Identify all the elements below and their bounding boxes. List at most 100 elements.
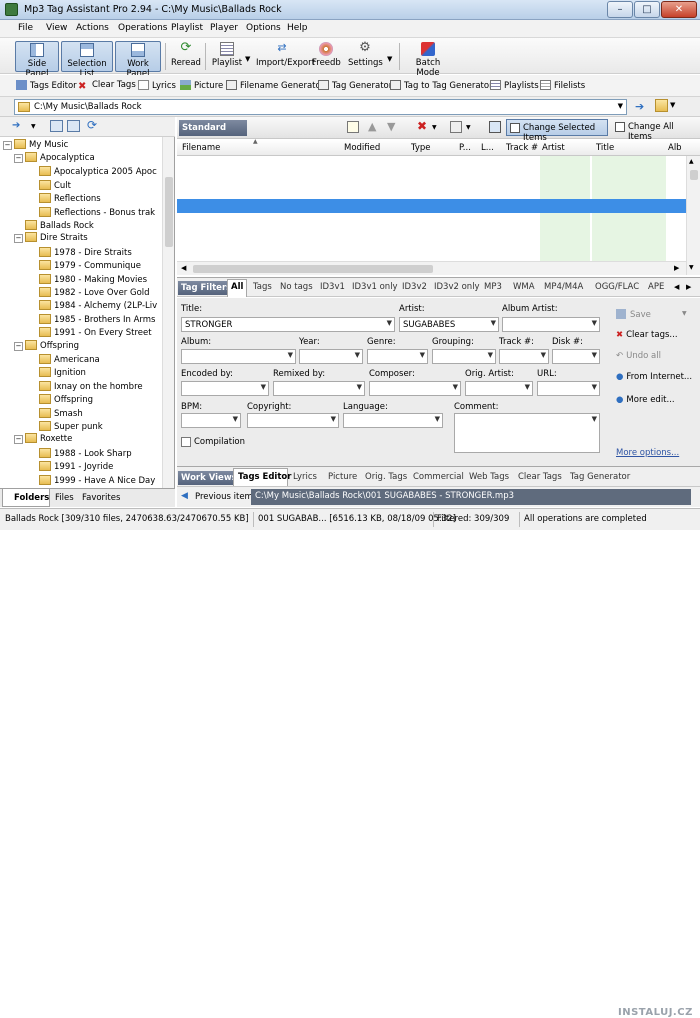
expand-tree-icon[interactable]: [67, 120, 80, 132]
change-selected-button[interactable]: Change Selected Items: [506, 119, 608, 143]
table-row[interactable]: 001 DARREN HAYES - INSALIABLE08/18/09 05…: [177, 157, 686, 171]
grid-options-icon[interactable]: [450, 121, 462, 133]
scrollbar-thumb[interactable]: [165, 177, 173, 247]
clear-tags-button[interactable]: ✖ Clear tags...: [616, 330, 678, 340]
chevron-down-icon[interactable]: ▼: [592, 351, 597, 359]
remove-dropdown-icon[interactable]: ▼: [432, 124, 437, 131]
col-track[interactable]: Track #: [506, 143, 538, 153]
menu-help[interactable]: Help: [287, 23, 308, 33]
chevron-down-icon[interactable]: ▼: [420, 351, 425, 359]
tree-item[interactable]: 1988 - Look Sharp: [28, 447, 132, 460]
more-options-link[interactable]: More options...: [616, 448, 679, 458]
grouping-field[interactable]: ▼: [432, 349, 496, 364]
chevron-down-icon[interactable]: ▼: [525, 383, 530, 391]
album-field[interactable]: ▼: [181, 349, 296, 364]
from-internet-button[interactable]: ● From Internet...: [616, 372, 692, 382]
filter-tab-id3v1-only[interactable]: ID3v1 only: [352, 282, 398, 292]
tree-item[interactable]: Ixnay on the hombre: [28, 380, 143, 393]
collapse-tree-icon[interactable]: [50, 120, 63, 132]
import-export-button[interactable]: ⇄ Import/Export: [256, 41, 315, 72]
close-button[interactable]: ✕: [661, 1, 697, 18]
remixed-by-field[interactable]: ▼: [273, 381, 365, 396]
scroll-left-icon[interactable]: ◀: [674, 283, 679, 291]
browse-folder-icon[interactable]: [655, 99, 668, 112]
filter-tab-tags[interactable]: Tags: [253, 282, 272, 292]
scroll-left-icon[interactable]: ◀: [181, 264, 186, 272]
selection-list-button[interactable]: Selection List: [61, 41, 113, 79]
move-down-icon[interactable]: ▼: [387, 120, 395, 133]
view-tab-picture[interactable]: Picture: [328, 472, 357, 482]
tree-item[interactable]: Cult: [28, 179, 71, 192]
chevron-down-icon[interactable]: ▼: [491, 319, 496, 327]
filter-tab-ape[interactable]: APE: [648, 282, 664, 292]
table-row[interactable]: 002 AXEL RUDI PELL - THE UNE08/18/09 05:…: [177, 241, 686, 255]
collapse-icon[interactable]: −: [14, 435, 23, 445]
batch-mode-button[interactable]: Batch Mode: [405, 41, 451, 78]
compilation-checkbox[interactable]: [181, 437, 191, 447]
chevron-down-icon[interactable]: ▼: [592, 319, 597, 327]
col-album[interactable]: Alb: [668, 143, 682, 153]
filter-tab-id3v1[interactable]: ID3v1: [320, 282, 345, 292]
tree-item[interactable]: 1999 - Have A Nice Day: [28, 474, 155, 487]
year-field[interactable]: ▼: [299, 349, 363, 364]
tree-item[interactable]: 1980 - Making Movies: [28, 273, 147, 286]
undo-all-button[interactable]: ↶ Undo all: [616, 351, 661, 361]
chevron-down-icon[interactable]: ▼: [357, 383, 362, 391]
save-dropdown-icon[interactable]: ▼: [682, 310, 687, 317]
view-tab-orig-tags[interactable]: Orig. Tags: [365, 472, 407, 482]
tree-item[interactable]: Ignition: [28, 366, 86, 379]
tree-item[interactable]: Reflections - Bonus trak: [28, 206, 155, 219]
browse-dropdown-icon[interactable]: ▼: [670, 101, 675, 109]
bpm-field[interactable]: ▼: [181, 413, 241, 428]
tree-item[interactable]: Apocalyptica 2005 Apoc: [28, 165, 157, 178]
view-tab-web-tags[interactable]: Web Tags: [469, 472, 509, 482]
scroll-right-icon[interactable]: ▶: [674, 264, 679, 272]
filter-tab-all[interactable]: All: [231, 282, 243, 292]
url-field[interactable]: ▼: [537, 381, 600, 396]
table-row[interactable]: 001 SUGABABES - STRONGER08/18/09 05:32ID…: [177, 199, 686, 213]
tree-scrollbar[interactable]: [162, 137, 174, 488]
copyright-field[interactable]: ▼: [247, 413, 339, 428]
menu-actions[interactable]: Actions: [76, 23, 109, 33]
tree-item[interactable]: Smash: [28, 407, 83, 420]
menu-view[interactable]: View: [46, 23, 67, 33]
tag-columns-icon[interactable]: [347, 121, 359, 133]
tree-item[interactable]: Reflections: [28, 192, 101, 205]
tree-item[interactable]: − Apocalyptica: [14, 152, 95, 165]
playlist-button[interactable]: Playlist: [211, 41, 243, 72]
tree-item[interactable]: 1991 - On Every Street: [28, 326, 152, 339]
col-l[interactable]: L...: [481, 143, 494, 153]
tree-item[interactable]: Super punk: [28, 420, 103, 433]
collapse-icon[interactable]: −: [14, 154, 23, 163]
reread-button[interactable]: ⟳ Reread: [170, 41, 202, 72]
save-button[interactable]: Save: [616, 309, 651, 320]
encoded-by-field[interactable]: ▼: [181, 381, 269, 396]
tree-item[interactable]: 1979 - Communique: [28, 259, 141, 272]
filter-tab-no-tags[interactable]: No tags: [280, 282, 313, 292]
scroll-right-icon[interactable]: ▶: [686, 283, 691, 291]
filter-tab-wma[interactable]: WMA: [513, 282, 535, 292]
menu-file[interactable]: File: [18, 23, 33, 33]
view-tab-lyrics[interactable]: Lyrics: [293, 472, 317, 482]
playlist-dropdown-icon[interactable]: ▼: [245, 55, 250, 63]
chevron-down-icon[interactable]: ▼: [288, 351, 293, 359]
chevron-down-icon[interactable]: ▼: [435, 415, 440, 423]
playlists-tool[interactable]: Playlists: [490, 80, 539, 91]
view-tab-tags-editor[interactable]: Tags Editor: [238, 472, 291, 482]
settings-dropdown-icon[interactable]: ▼: [387, 55, 392, 63]
tree-item[interactable]: 1984 - Alchemy (2LP-Liv: [28, 299, 157, 312]
path-combobox[interactable]: C:\My Music\Ballads Rock ▼: [14, 99, 627, 115]
tag-to-tag-generator-tool[interactable]: Tag to Tag Generator: [390, 80, 493, 91]
chevron-down-icon[interactable]: ▼: [387, 319, 392, 327]
table-row[interactable]: 001 SADE - NO ORDINARY LOVE08/18/09 05:3…: [177, 185, 686, 199]
view-icon[interactable]: [489, 121, 501, 133]
chevron-down-icon[interactable]: ▼: [592, 383, 597, 391]
view-tab-commercial[interactable]: Commercial: [413, 472, 464, 482]
chevron-down-icon[interactable]: ▼: [618, 102, 623, 110]
filter-tab-ogg-flac[interactable]: OGG/FLAC: [595, 282, 639, 292]
refresh-icon[interactable]: ⟳: [87, 118, 97, 132]
picture-tool[interactable]: Picture: [180, 80, 223, 91]
chevron-down-icon[interactable]: ▼: [355, 351, 360, 359]
tree-item-my-music[interactable]: − My Music: [3, 139, 68, 152]
collapse-icon[interactable]: −: [3, 141, 12, 150]
